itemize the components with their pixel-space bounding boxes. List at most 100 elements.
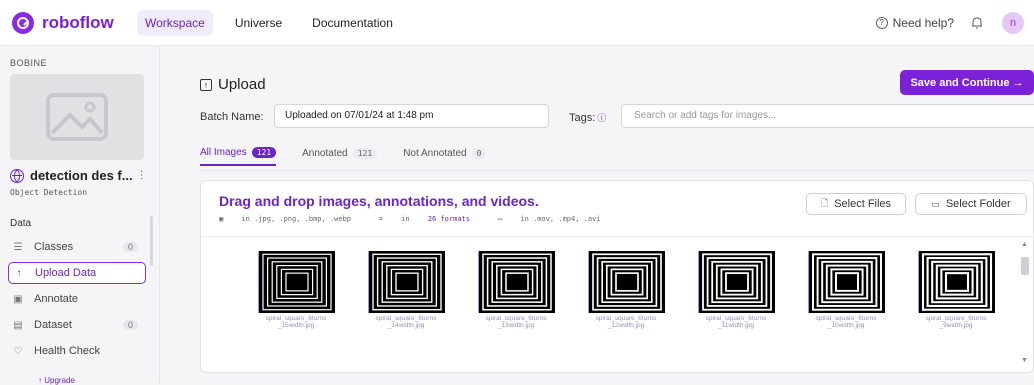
annotation-formats-link[interactable]: 26 formats (428, 215, 470, 223)
image-card[interactable]: spiral_square_6turns _12width.jpg (571, 251, 681, 329)
sidebar-item-health-check[interactable]: ♡ Health Check (8, 340, 146, 362)
avatar[interactable]: n (1002, 11, 1024, 34)
image-formats: ▣ in .jpg, .png, .bmp, .webp (219, 215, 365, 224)
upgrade-link[interactable]: ↑ Upgrade (38, 376, 75, 385)
image-filename: spiral_square_6turns _12width.jpg (596, 315, 657, 329)
page-title-text: Upload (218, 76, 266, 93)
select-folder-button[interactable]: ▭ Select Folder (915, 193, 1027, 215)
tab-all-images[interactable]: All Images 121 (200, 147, 277, 166)
image-thumbnail[interactable] (698, 251, 775, 313)
save-and-continue-button[interactable]: Save and Continue → (900, 70, 1034, 95)
tab-count-badge: 121 (251, 147, 277, 158)
help-link[interactable]: ? Need help? (875, 15, 954, 30)
tab-label: Not Annotated (403, 148, 467, 159)
annotate-icon: ▣ (13, 293, 23, 305)
image-thumbnail[interactable] (368, 251, 445, 313)
image-format-icon: ▣ (219, 215, 228, 223)
tab-count-badge: 0 (471, 148, 487, 159)
project-header[interactable]: detection des f... ⋮ (10, 168, 150, 183)
video-formats-text: in .mov, .mp4, .avi (520, 215, 601, 223)
project-type: Object Detection (10, 188, 88, 197)
image-filename: spiral_square_6turns _13width.jpg (486, 315, 547, 329)
image-card[interactable]: spiral_square_6turns _15width.jpg (241, 251, 351, 329)
image-formats-text: in .jpg, .png, .bmp, .webp (241, 215, 352, 223)
upload-icon: ↑ (200, 78, 212, 91)
sidebar-item-dataset[interactable]: ▤ Dataset 0 (8, 314, 146, 336)
project-name: detection des f... (30, 168, 133, 183)
image-filename: spiral_square_6turns _9width.jpg (926, 315, 987, 329)
tags-label-text: Tags: (569, 112, 596, 124)
image-card[interactable]: spiral_square_6turns _13width.jpg (461, 251, 571, 329)
tab-label: All Images (200, 147, 247, 158)
supported-formats: ▣ in .jpg, .png, .bmp, .webp ⌗ in 26 for… (219, 215, 629, 224)
nav-tab-workspace[interactable]: Workspace (137, 9, 213, 36)
image-filename-line2: _10width.jpg (827, 322, 865, 329)
dataset-icon: ▤ (13, 319, 23, 331)
tags-search-input[interactable]: Search or add tags for images... (621, 104, 1034, 128)
sidebar-item-annotate[interactable]: ▣ Annotate (8, 288, 146, 310)
upload-arrow-icon: ↑ (16, 267, 22, 279)
image-filename-line2: _15width.jpg (277, 322, 315, 329)
image-thumbnail[interactable] (258, 251, 335, 313)
video-formats: ▭ in .mov, .mp4, .avi (498, 215, 615, 224)
dropzone-title: Drag and drop images, annotations, and v… (219, 193, 539, 209)
tabs-divider (200, 170, 1034, 171)
question-circle-icon: ? (875, 16, 888, 29)
batch-name-input[interactable]: Uploaded on 07/01/24 at 1:48 pm (274, 104, 549, 128)
scroll-down-icon[interactable]: ▼ (1021, 357, 1028, 364)
image-filename: spiral_square_6turns _14width.jpg (376, 315, 437, 329)
spiral-image (369, 251, 445, 313)
image-grid-scrollbar[interactable]: ▲ ▼ (1019, 239, 1031, 369)
dropzone-divider (201, 236, 1034, 237)
video-format-icon: ▭ (497, 215, 507, 223)
tab-not-annotated[interactable]: Not Annotated 0 (403, 148, 487, 165)
sidebar-item-classes[interactable]: ☰ Classes 0 (8, 236, 146, 258)
image-filename-line2: _14width.jpg (387, 322, 425, 329)
select-files-label: Select Files (834, 198, 892, 210)
sidebar-item-label: Dataset (34, 319, 72, 331)
sidebar-item-upload-data[interactable]: ↑ Upload Data (8, 262, 146, 284)
image-thumbnail[interactable] (808, 251, 885, 313)
main-content: ↑ Upload Save and Continue → Batch Name:… (160, 46, 1034, 383)
brand[interactable]: roboflow (12, 11, 137, 34)
nav-tab-documentation[interactable]: Documentation (304, 10, 401, 36)
tab-annotated[interactable]: Annotated 121 (302, 148, 378, 165)
more-options-icon[interactable]: ⋮ (137, 170, 147, 181)
file-icon: 🗋 (820, 198, 829, 208)
batch-name-label: Batch Name: (200, 111, 264, 123)
image-filename-line1: spiral_square_6turns (265, 315, 327, 322)
image-filename-line1: spiral_square_6turns (595, 315, 657, 322)
select-folder-label: Select Folder (945, 198, 1011, 210)
image-card[interactable]: spiral_square_6turns _11width.jpg (681, 251, 791, 329)
image-thumbnail[interactable] (588, 251, 665, 313)
image-filename: spiral_square_6turns _15width.jpg (266, 315, 327, 329)
project-thumbnail[interactable] (10, 74, 144, 160)
tags-help-icon[interactable]: ⓘ (597, 113, 606, 123)
upload-dropzone[interactable]: Drag and drop images, annotations, and v… (200, 180, 1034, 373)
list-icon: ☰ (13, 241, 23, 253)
image-filter-tabs: All Images 121 Annotated 121 Not Annotat… (200, 147, 512, 166)
image-card[interactable]: spiral_square_6turns _14width.jpg (351, 251, 461, 329)
image-card[interactable]: spiral_square_6turns _10width.jpg (791, 251, 901, 329)
scrollbar-thumb[interactable] (1021, 257, 1029, 275)
nav-tab-universe[interactable]: Universe (227, 10, 290, 36)
classes-count: 0 (122, 242, 138, 252)
image-filename-line2: _13width.jpg (497, 322, 535, 329)
roboflow-logo-icon (12, 11, 34, 34)
image-thumbnail[interactable] (918, 251, 995, 313)
brand-name: roboflow (42, 12, 114, 32)
spiral-image (809, 251, 885, 313)
globe-icon (10, 168, 24, 183)
page-title: ↑ Upload (200, 76, 266, 93)
image-card[interactable]: spiral_square_6turns _9width.jpg (901, 251, 1011, 329)
scroll-up-icon[interactable]: ▲ (1021, 241, 1028, 248)
bell-icon[interactable] (970, 16, 984, 30)
image-filename-line1: spiral_square_6turns (815, 315, 877, 322)
tab-count-badge: 121 (352, 148, 378, 159)
sidebar-scrollbar[interactable] (150, 216, 153, 266)
top-right-controls: ? Need help? n (875, 11, 1024, 34)
image-thumbnail[interactable] (478, 251, 555, 313)
spiral-image (479, 251, 555, 313)
help-label: Need help? (892, 15, 954, 30)
select-files-button[interactable]: 🗋 Select Files (806, 193, 906, 215)
